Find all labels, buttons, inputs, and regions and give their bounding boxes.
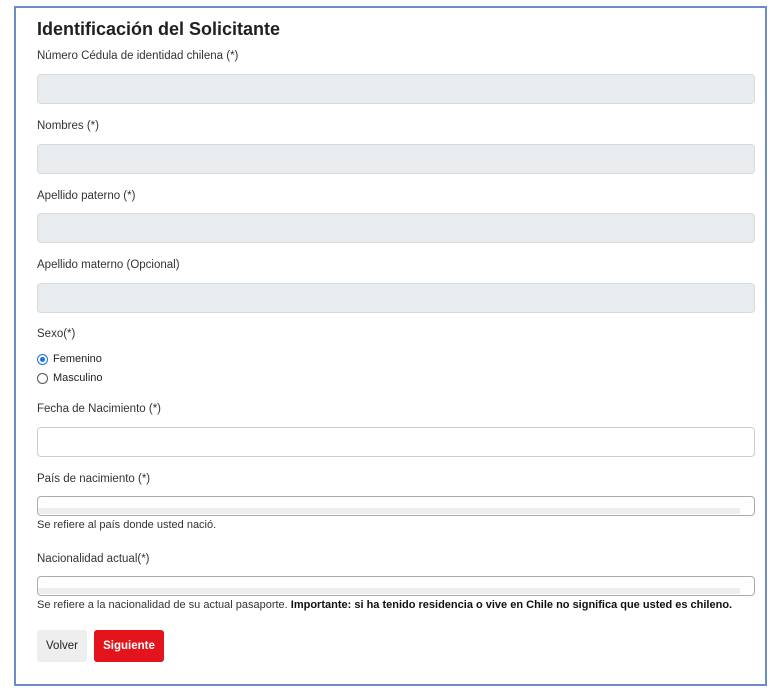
apellido-materno-label: Apellido materno (Opcional) (37, 259, 180, 271)
pais-nacimiento-select[interactable] (37, 496, 755, 516)
applicant-form: Identificación del Solicitante Número Cé… (14, 6, 767, 686)
radio-femenino-label: Femenino (53, 353, 102, 365)
nacionalidad-help-text: Se refiere a la nacionalidad de su actua… (37, 599, 291, 611)
pais-nacimiento-label: País de nacimiento (*) (37, 473, 151, 485)
select-scroll-track (38, 508, 740, 514)
form-title: Identificación del Solicitante (37, 19, 281, 39)
nacionalidad-select[interactable] (37, 576, 755, 596)
nombres-field (37, 144, 755, 174)
back-button[interactable]: Volver (37, 630, 87, 662)
nombres-label: Nombres (*) (37, 120, 99, 132)
radio-masculino-label: Masculino (53, 372, 103, 384)
cedula-label: Número Cédula de identidad chilena (*) (37, 50, 239, 62)
radio-masculino[interactable]: Masculino (37, 372, 103, 384)
radio-femenino[interactable]: Femenino (37, 353, 102, 365)
next-button[interactable]: Siguiente (94, 630, 164, 662)
nacionalidad-help: Se refiere a la nacionalidad de su actua… (37, 599, 732, 611)
apellido-paterno-label: Apellido paterno (*) (37, 190, 136, 202)
radio-masculino-button[interactable] (37, 372, 48, 384)
select-scroll-track (38, 588, 740, 594)
nacionalidad-help-important: Importante: si ha tenido residencia o vi… (290, 599, 733, 611)
pais-nacimiento-help: Se refiere al país donde usted nació. (37, 519, 217, 531)
apellido-paterno-field (37, 213, 755, 243)
cedula-field (37, 74, 755, 104)
nacionalidad-label: Nacionalidad actual(*) (37, 553, 150, 565)
fecha-nacimiento-input[interactable] (37, 427, 755, 457)
radio-femenino-button[interactable] (37, 353, 48, 365)
fecha-nacimiento-label: Fecha de Nacimiento (*) (37, 403, 161, 415)
sexo-label: Sexo(*) (37, 328, 76, 340)
apellido-materno-field (37, 283, 755, 313)
